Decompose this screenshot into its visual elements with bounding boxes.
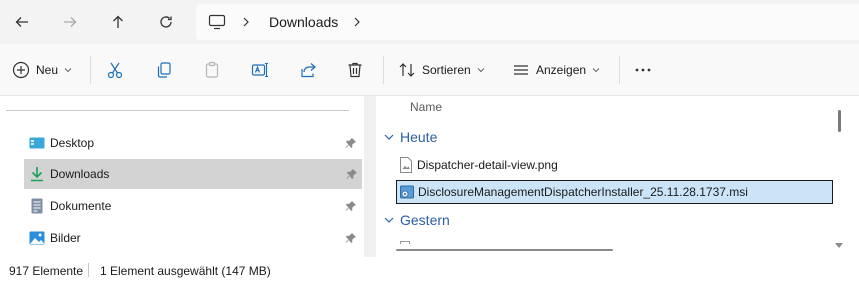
chevron-down-icon	[477, 68, 485, 73]
download-arrow-icon	[31, 167, 43, 182]
new-label: Neu	[36, 63, 59, 77]
forward-button[interactable]	[56, 8, 84, 36]
group-label: Gestern	[400, 212, 450, 228]
refresh-button[interactable]	[152, 8, 180, 36]
nav-item-label: Downloads	[50, 167, 110, 181]
nav-item-pictures[interactable]: Bilder	[24, 223, 361, 253]
desktop-folder-icon	[29, 137, 45, 149]
vertical-scrollbar-thumb[interactable]	[838, 110, 841, 132]
horizontal-scrollbar[interactable]	[396, 249, 613, 251]
pin-icon[interactable]	[346, 168, 358, 180]
plus-circle-icon	[12, 61, 30, 79]
pin-icon[interactable]	[345, 200, 357, 212]
column-header-name[interactable]: Name	[410, 100, 442, 114]
file-row[interactable]: Dispatcher-detail-view.png	[396, 153, 833, 177]
arrow-up-icon	[113, 15, 123, 28]
computer-icon	[208, 14, 226, 30]
clipboard-icon	[205, 61, 219, 78]
more-options-button[interactable]	[634, 58, 652, 82]
picture-icon	[29, 231, 45, 245]
divider	[6, 110, 349, 111]
view-label: Anzeigen	[536, 63, 587, 77]
navigation-pane: Desktop Downloads Dokumente Bilder	[0, 96, 376, 257]
rename-icon	[251, 62, 268, 78]
divider	[90, 56, 91, 84]
group-header-yesterday[interactable]: Gestern	[384, 212, 450, 228]
copy-icon	[157, 62, 171, 78]
file-list: Name Heute Dispatcher-detail-view.png Di…	[376, 96, 859, 257]
chevron-down-icon	[592, 68, 600, 73]
address-bar-row: Downloads	[0, 0, 859, 44]
scroll-down-arrow-icon[interactable]	[834, 242, 844, 250]
nav-item-documents[interactable]: Dokumente	[24, 191, 361, 221]
nav-item-label: Bilder	[50, 231, 81, 245]
group-header-today[interactable]: Heute	[384, 129, 437, 145]
nav-item-label: Desktop	[50, 136, 95, 150]
breadcrumb-downloads[interactable]: Downloads	[269, 14, 338, 30]
paste-button[interactable]	[203, 58, 221, 82]
status-bar: 917 Elemente 1 Element ausgewählt (147 M…	[0, 257, 859, 283]
back-button[interactable]	[8, 8, 36, 36]
installer-file-icon	[400, 185, 414, 199]
cut-button[interactable]	[106, 58, 124, 82]
up-button[interactable]	[104, 8, 132, 36]
document-icon	[31, 198, 43, 214]
scissors-icon	[107, 62, 123, 79]
group-label: Heute	[400, 129, 438, 145]
selection-info: 1 Element ausgewählt (147 MB)	[100, 264, 271, 278]
view-lines-icon	[514, 65, 528, 75]
nav-item-label: Dokumente	[50, 199, 112, 213]
file-name: DisclosureManagementDispatcherInstaller_…	[418, 185, 748, 199]
new-button[interactable]: Neu	[12, 58, 72, 82]
sort-icon	[399, 63, 415, 77]
chevron-down-icon	[384, 134, 394, 140]
chevron-right-icon[interactable]	[240, 14, 252, 30]
pin-icon[interactable]	[345, 232, 357, 244]
sort-button[interactable]: Sortieren	[398, 58, 485, 82]
address-field[interactable]: Downloads	[196, 4, 859, 40]
nav-item-desktop[interactable]: Desktop	[24, 128, 361, 158]
divider	[383, 56, 384, 84]
trash-icon	[348, 62, 362, 78]
divider	[619, 56, 620, 84]
chevron-down-icon	[384, 217, 394, 223]
sort-label: Sortieren	[422, 63, 471, 77]
arrow-right-icon	[64, 17, 77, 27]
share-icon	[301, 63, 316, 78]
item-count: 917 Elemente	[9, 264, 84, 278]
file-row-selected[interactable]: DisclosureManagementDispatcherInstaller_…	[396, 180, 833, 204]
refresh-icon	[160, 16, 172, 28]
view-button[interactable]: Anzeigen	[512, 58, 600, 82]
file-name: Dispatcher-detail-view.png	[417, 158, 558, 172]
rename-button[interactable]	[251, 58, 269, 82]
copy-button[interactable]	[155, 58, 173, 82]
file-icon	[400, 241, 410, 244]
share-button[interactable]	[299, 58, 317, 82]
chevron-down-icon	[64, 68, 72, 73]
nav-item-downloads[interactable]: Downloads	[24, 159, 362, 189]
chevron-right-icon[interactable]	[351, 14, 363, 30]
image-file-icon	[400, 157, 412, 173]
pin-icon[interactable]	[345, 137, 357, 149]
nav-scrollbar[interactable]	[364, 96, 376, 257]
command-bar: Neu Sortieren Anzeigen	[0, 44, 859, 96]
arrow-left-icon	[15, 17, 28, 27]
delete-button[interactable]	[346, 58, 364, 82]
more-dots-icon	[635, 68, 651, 72]
divider	[88, 263, 89, 277]
